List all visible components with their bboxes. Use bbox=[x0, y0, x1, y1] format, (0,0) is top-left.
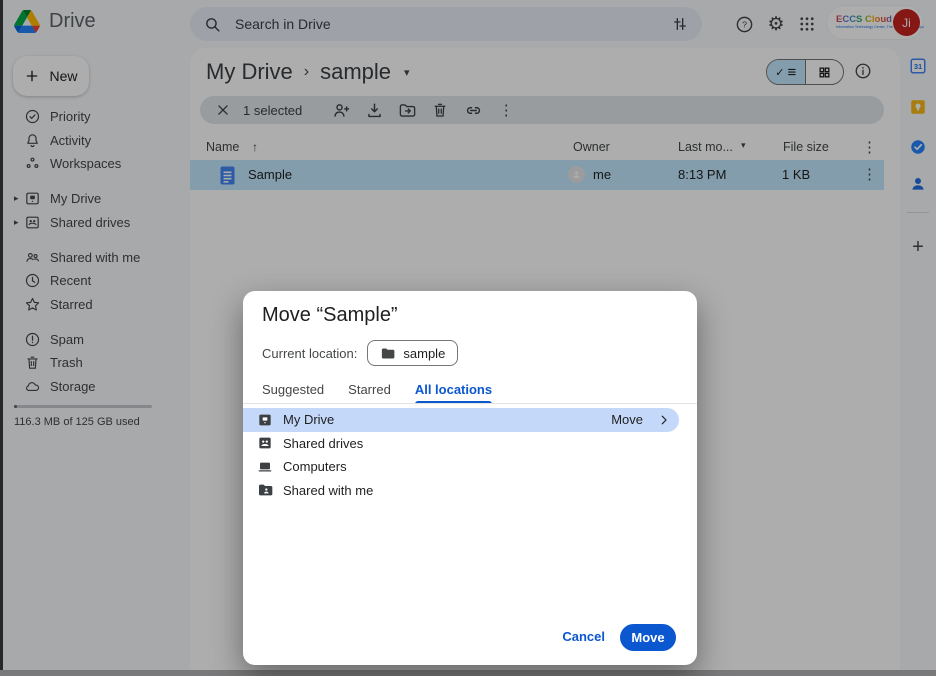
dialog-tabs: Suggested Starred All locations bbox=[262, 375, 492, 403]
row-move-action[interactable]: Move bbox=[611, 412, 643, 427]
dialog-title: Move “Sample” bbox=[262, 304, 398, 327]
folder-shared-icon bbox=[257, 482, 273, 498]
tab-starred[interactable]: Starred bbox=[348, 375, 391, 403]
location-label: My Drive bbox=[283, 412, 334, 427]
laptop-icon bbox=[257, 459, 273, 475]
location-label: Computers bbox=[283, 459, 347, 474]
location-row-computers[interactable]: Computers bbox=[243, 455, 697, 479]
current-location-row: Current location: sample bbox=[262, 340, 458, 366]
tab-suggested[interactable]: Suggested bbox=[262, 375, 324, 403]
location-row-shared-with-me[interactable]: Shared with me bbox=[243, 479, 697, 503]
location-row-my-drive[interactable]: My Drive Move bbox=[243, 408, 679, 432]
location-label: Shared drives bbox=[283, 436, 363, 451]
tab-label: All locations bbox=[415, 382, 492, 397]
my-drive-icon bbox=[257, 412, 273, 428]
tabs-divider bbox=[243, 403, 697, 404]
tab-label: Suggested bbox=[262, 382, 324, 397]
current-location-label: Current location: bbox=[262, 346, 357, 361]
current-location-chip[interactable]: sample bbox=[367, 340, 458, 366]
cancel-button[interactable]: Cancel bbox=[562, 629, 605, 644]
current-location-folder-name: sample bbox=[403, 346, 445, 361]
shared-drives-icon bbox=[257, 435, 273, 451]
move-dialog: Move “Sample” Current location: sample S… bbox=[243, 291, 697, 665]
tab-label: Starred bbox=[348, 382, 391, 397]
move-button[interactable]: Move bbox=[620, 624, 676, 651]
tab-all-locations[interactable]: All locations bbox=[415, 375, 492, 403]
location-row-shared-drives[interactable]: Shared drives bbox=[243, 432, 697, 456]
location-label: Shared with me bbox=[283, 483, 373, 498]
location-list: My Drive Move Shared drives Computers Sh… bbox=[243, 408, 697, 502]
chevron-right-icon[interactable] bbox=[657, 413, 671, 427]
folder-icon bbox=[380, 346, 395, 361]
